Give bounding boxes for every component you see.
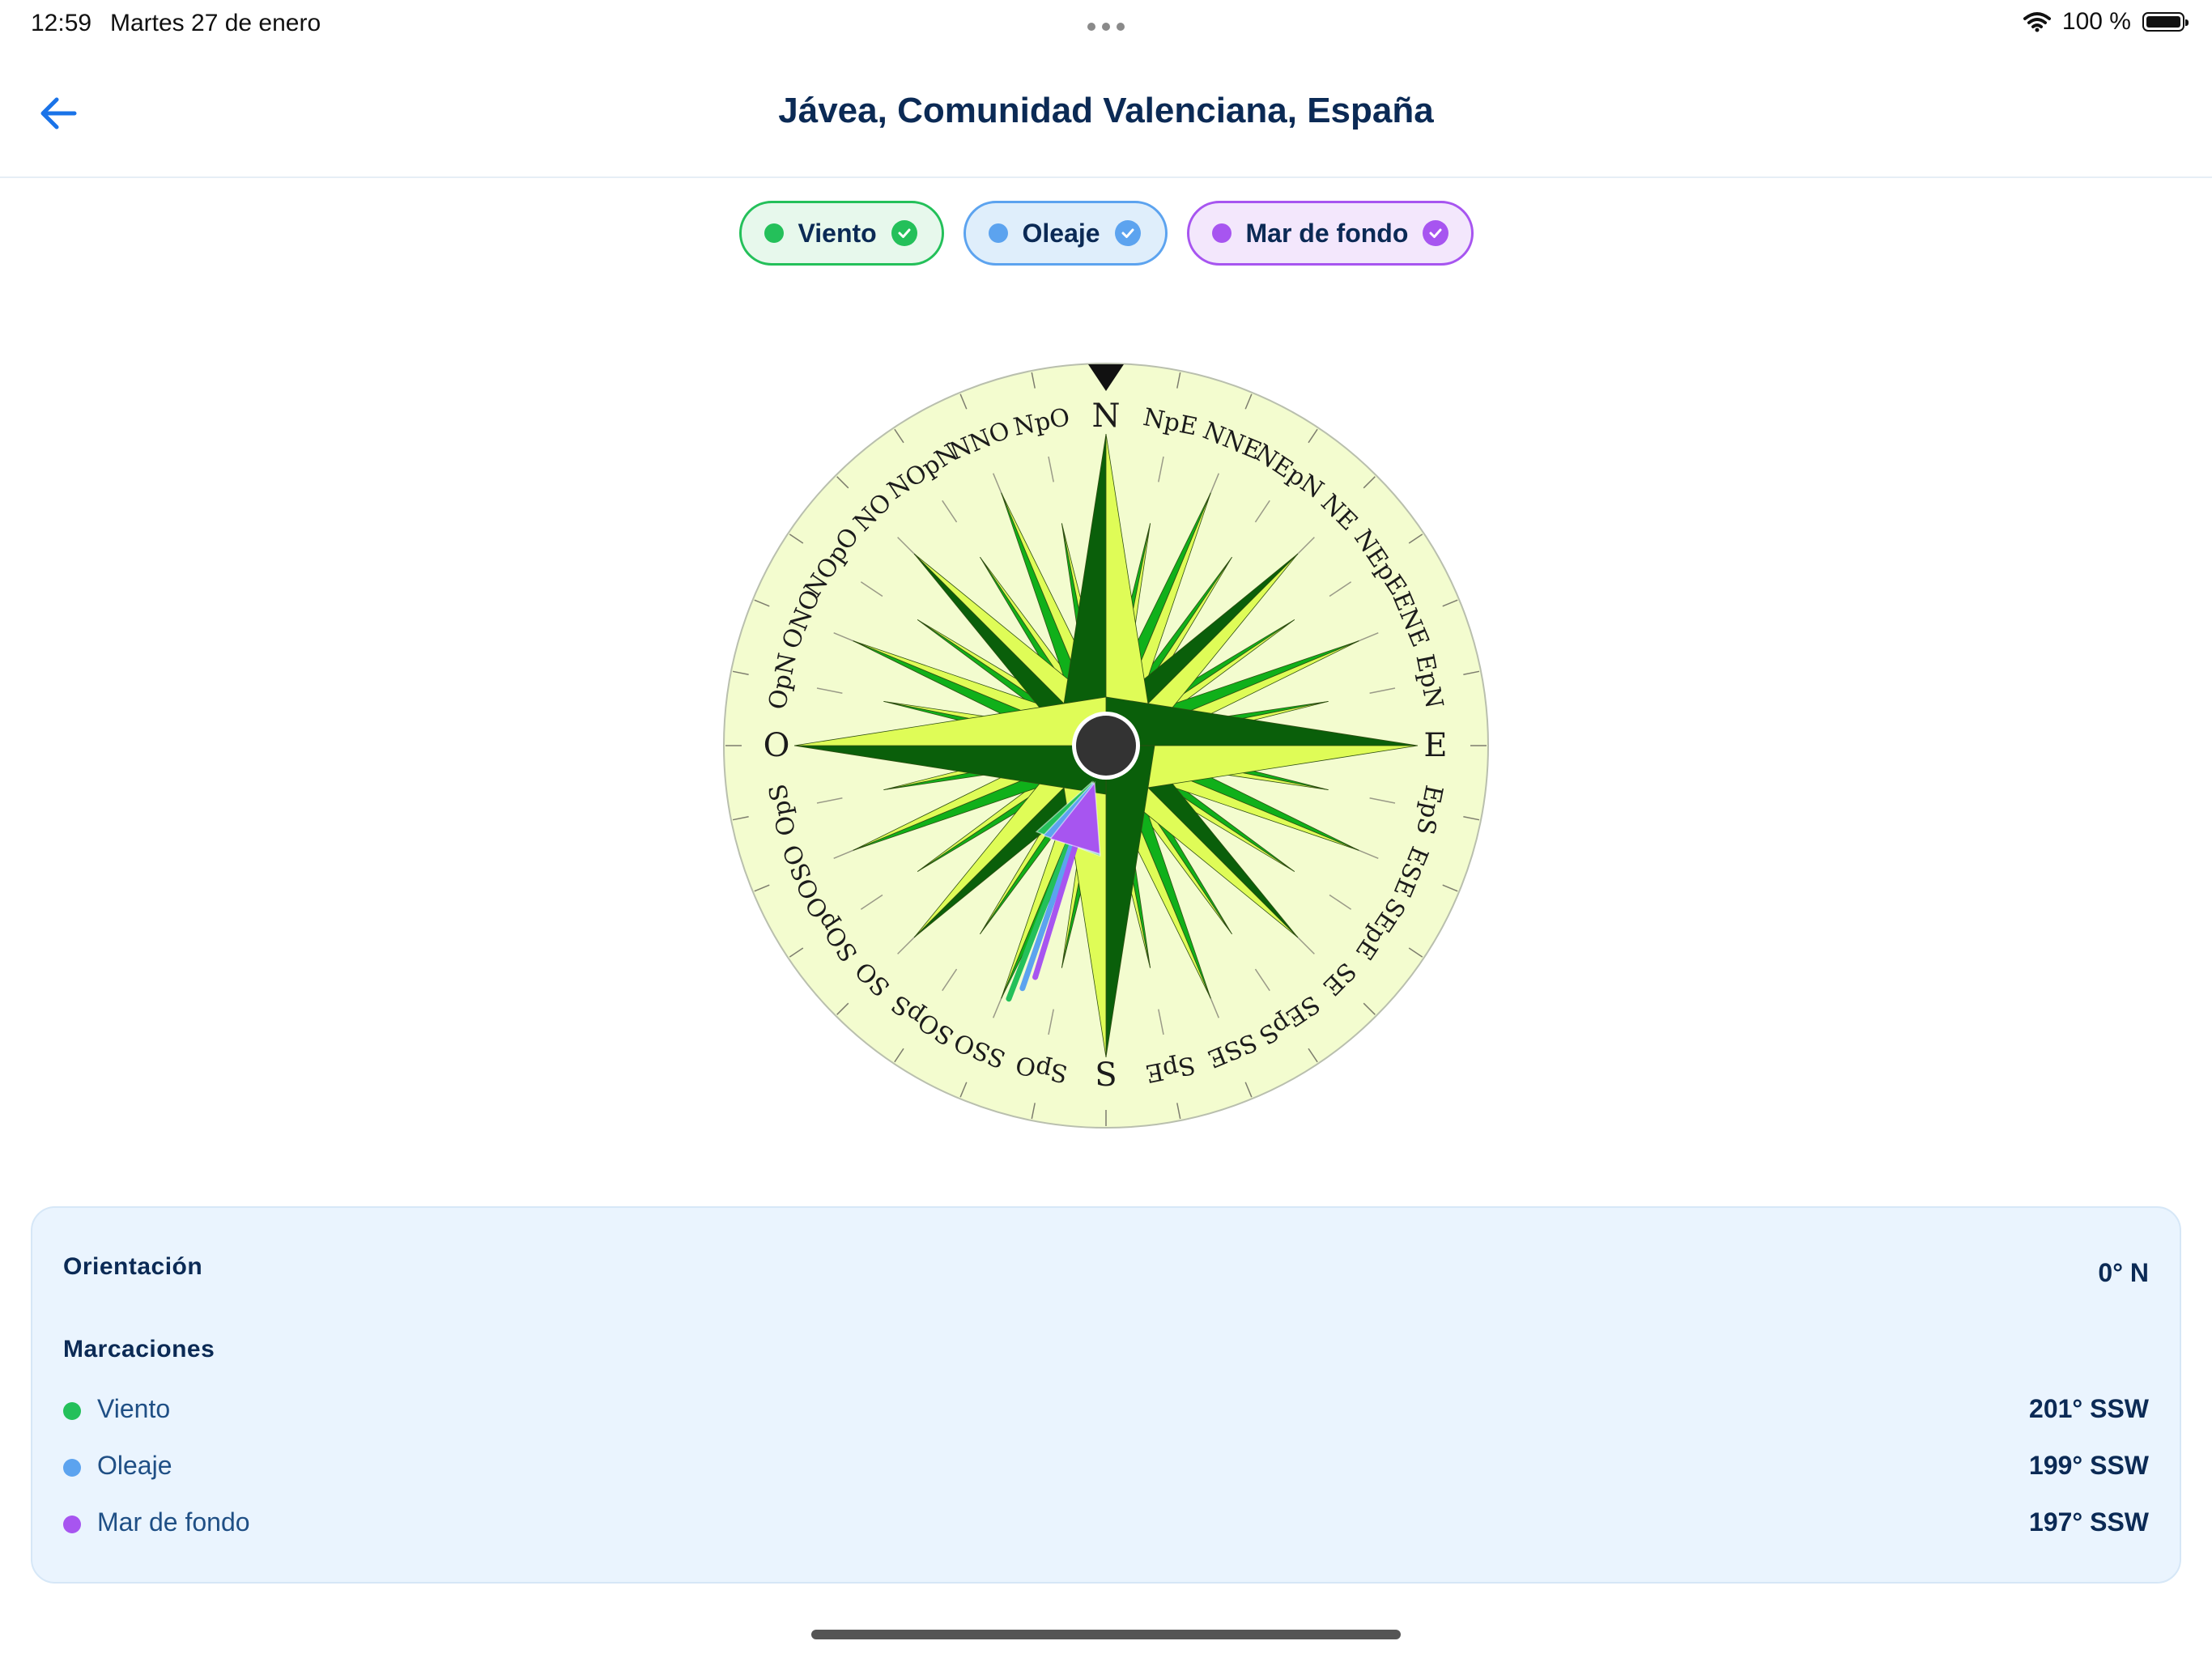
compass-label: N	[1092, 397, 1121, 435]
chip-waves-label: Oleaje	[1022, 218, 1100, 248]
marking-name: Viento	[97, 1394, 171, 1423]
navigation-header: Jávea, Comunidad Valenciana, España	[0, 49, 2212, 178]
swell-dot	[1211, 223, 1231, 243]
check-icon	[891, 220, 917, 246]
chip-swell-label: Mar de fondo	[1245, 218, 1409, 248]
status-bar: 12:59 Martes 27 de enero 100 %	[0, 0, 2212, 49]
check-icon	[1423, 220, 1449, 246]
multitasking-dots-icon[interactable]	[1087, 23, 1125, 31]
swell-dot	[63, 1516, 81, 1533]
chip-swell[interactable]: Mar de fondo	[1186, 201, 1474, 266]
compass-label: O	[764, 727, 790, 764]
waves-dot	[63, 1459, 81, 1477]
marking-name: Mar de fondo	[97, 1507, 250, 1537]
orientation-value: 0° N	[2098, 1258, 2149, 1287]
compass-container: N NpE NNE NEpN NE NEpE ENE EpN E EpS ESE SEpE SE SEpS…	[722, 328, 1490, 1162]
markings-label: Marcaciones	[63, 1336, 215, 1363]
marking-row-waves: Oleaje 199° SSW	[63, 1449, 2149, 1485]
info-panel: Orientación 0° N Marcaciones Viento 201°…	[31, 1206, 2181, 1584]
chip-wind[interactable]: Viento	[738, 201, 944, 266]
center-hub-icon	[1076, 716, 1136, 776]
status-date: Martes 27 de enero	[110, 10, 321, 36]
chip-waves[interactable]: Oleaje	[963, 201, 1168, 266]
status-right: 100 %	[2023, 8, 2189, 36]
waves-dot	[988, 223, 1008, 243]
marking-name: Oleaje	[97, 1451, 172, 1480]
home-indicator[interactable]	[811, 1630, 1401, 1639]
layer-filter-chips: Viento Oleaje Mar de fondo	[0, 201, 2212, 266]
marking-value: 201° SSW	[2029, 1394, 2149, 1423]
compass-center	[1072, 712, 1140, 780]
marking-row-swell: Mar de fondo 197° SSW	[63, 1506, 2149, 1541]
battery-percentage: 100 %	[2061, 8, 2131, 35]
wind-dot	[63, 1402, 81, 1420]
compass-rose[interactable]: N NpENNENEpNNENEpEENEEpNEEpSESESEpESESEpS…	[722, 328, 1490, 1162]
compass-label: E	[1423, 727, 1447, 764]
wind-dot	[764, 223, 784, 243]
orientation-label: Orientación	[63, 1253, 203, 1280]
status-time: 12:59	[31, 10, 92, 36]
marking-value: 197° SSW	[2029, 1507, 2149, 1537]
page-title: Jávea, Comunidad Valenciana, España	[778, 91, 1434, 130]
marking-value: 199° SSW	[2029, 1451, 2149, 1480]
check-icon	[1114, 220, 1141, 246]
wifi-icon	[2023, 12, 2051, 32]
compass-label: S	[1095, 1056, 1117, 1094]
battery-icon	[2142, 12, 2189, 32]
marking-row-wind: Viento 201° SSW	[63, 1392, 2149, 1428]
chip-wind-label: Viento	[798, 218, 877, 248]
